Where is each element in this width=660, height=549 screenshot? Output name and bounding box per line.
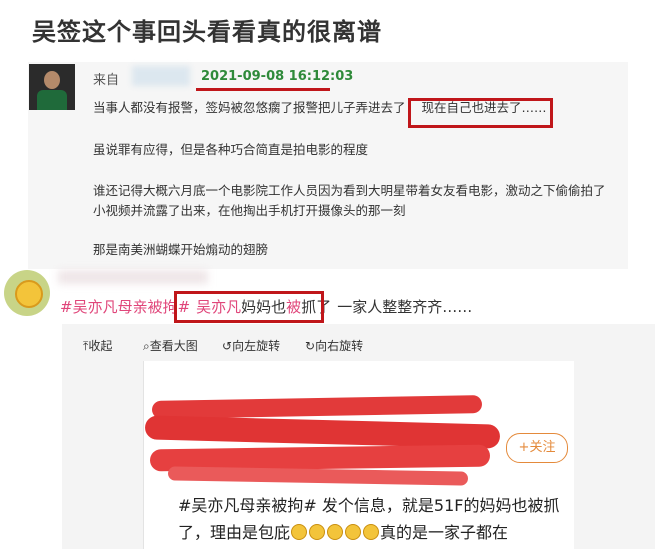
post2-rest: 一家人整整齐齐…… (337, 298, 473, 316)
emoji-icon (363, 524, 380, 540)
rotate-left-label: 向左旋转 (232, 339, 281, 353)
sunflower-icon (15, 280, 43, 308)
avatar-shirt (37, 90, 67, 110)
highlight-box-2 (174, 291, 324, 323)
page-title: 吴签这个事回头看看真的很离谱 (32, 18, 382, 46)
rotate-left-icon: ↺ (222, 339, 233, 353)
collapse-button[interactable]: ⤒收起 (83, 337, 112, 354)
hashtag-link[interactable]: #吴亦凡母亲被拘# (60, 298, 190, 316)
avatar[interactable] (4, 270, 50, 316)
search-icon: ⌕ (143, 339, 150, 353)
screenshot-text-b: 真的是一家子都在 (380, 523, 509, 542)
follow-button[interactable]: +关注 (506, 433, 568, 463)
rotate-right-button[interactable]: ↻向右旋转 (305, 337, 363, 354)
post-line-4: 那是南美洲蝴蝶开始煽动的翅膀 (93, 242, 269, 257)
view-large-button[interactable]: ⌕查看大图 (143, 337, 198, 354)
highlight-box (408, 98, 553, 128)
avatar-face (44, 71, 60, 89)
rotate-left-button[interactable]: ↺向左旋转 (222, 337, 280, 354)
source-label: 来自 (93, 73, 120, 88)
collapse-label: 收起 (88, 339, 113, 353)
rotate-right-label: 向右旋转 (315, 339, 364, 353)
blurred-source (132, 66, 190, 86)
emoji-icon (327, 524, 344, 540)
view-large-label: 查看大图 (149, 339, 198, 353)
avatar[interactable] (29, 64, 75, 110)
rotate-right-icon: ↻ (305, 339, 316, 353)
post-line-2: 虽说罪有应得，但是各种巧合简直是拍电影的程度 (93, 142, 369, 157)
blurred-username (58, 270, 208, 284)
post-line-3: 谁还记得大概六月底一个电影院工作人员因为看到大明星带着女友看电影，激动之下偷偷拍… (93, 183, 606, 218)
emoji-icon (291, 524, 308, 540)
timestamp-underline (196, 88, 330, 91)
post-line-1-text: 当事人都没有报警，签妈被忽悠瘸了报警把儿子弄进去了 (93, 100, 406, 115)
emoji-icon (345, 524, 362, 540)
screenshot-text: #吴亦凡母亲被拘# 发个信息，就是51F的妈妈也被抓了，理由是包庇 真的是一家子都… (178, 492, 578, 546)
emoji-icon (309, 524, 326, 540)
post-timestamp: 2021-09-08 16:12:03 (201, 69, 354, 84)
post-card (28, 62, 628, 269)
